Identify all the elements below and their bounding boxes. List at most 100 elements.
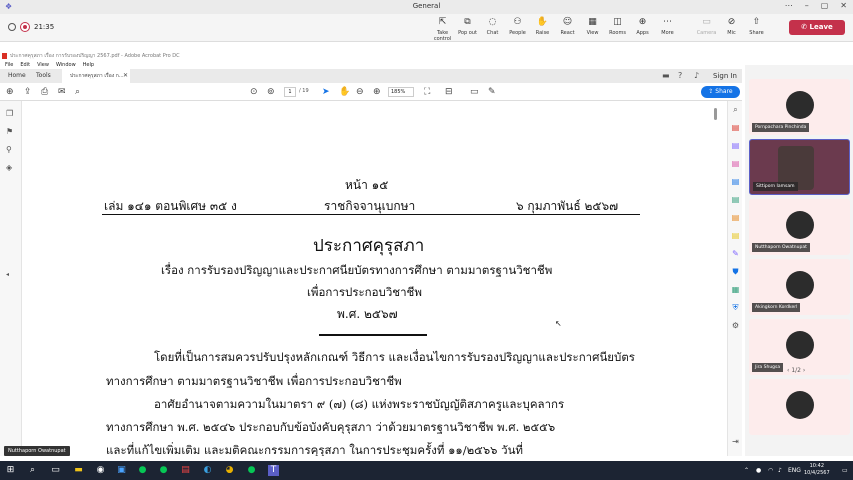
more-tools-icon[interactable]: ⚙ bbox=[731, 321, 740, 330]
participants-pager[interactable]: ‹ 1/2 › bbox=[787, 367, 805, 374]
tool-people[interactable]: ⚇ People bbox=[505, 17, 530, 42]
organize-pages-icon[interactable]: ▤ bbox=[731, 213, 740, 222]
collapse-right-icon[interactable]: ⇥ bbox=[731, 437, 740, 446]
close-icon[interactable]: ✕ bbox=[840, 1, 847, 10]
print-production-icon[interactable]: ▦ bbox=[731, 285, 740, 294]
menu-item-edit[interactable]: Edit bbox=[20, 61, 30, 69]
pdf-document-view[interactable]: หน้า ๑๕ เล่ม ๑๔๑ ตอนพิเศษ ๓๕ ง ราชกิจจาน… bbox=[22, 101, 727, 456]
zoom-select[interactable]: 185% bbox=[388, 87, 414, 97]
wifi-icon[interactable]: ◠ bbox=[768, 467, 773, 474]
tool-share[interactable]: ⇧ Share bbox=[744, 17, 769, 42]
chrome-browser-icon[interactable]: ◕ bbox=[224, 465, 235, 476]
teams-app-icon[interactable]: T bbox=[268, 465, 279, 476]
print-icon[interactable]: ⎙ bbox=[41, 87, 48, 97]
notification-icon[interactable]: ▭ bbox=[842, 467, 848, 474]
fill-sign-icon[interactable]: ✎ bbox=[731, 249, 740, 258]
tab-home[interactable]: Home bbox=[8, 69, 26, 83]
tab-document[interactable]: ประกาศคุรุสภา เรื่อง ก... bbox=[62, 69, 130, 83]
vertical-scrollbar[interactable] bbox=[714, 108, 717, 120]
close-tab-icon[interactable]: ✕ bbox=[123, 69, 128, 83]
participant-tile[interactable]: Nutthaporn Owatnupat bbox=[749, 199, 850, 255]
tool-camera[interactable]: ▭ Camera bbox=[694, 17, 719, 42]
tool-chat[interactable]: ◌ Chat bbox=[480, 17, 505, 42]
upload-icon[interactable]: ⇪ bbox=[24, 87, 32, 97]
maximize-icon[interactable]: ▢ bbox=[821, 1, 829, 10]
comment-rail-icon[interactable]: ▤ bbox=[731, 177, 740, 186]
file-explorer-icon[interactable]: ▬ bbox=[73, 465, 84, 476]
combine-files-icon[interactable]: ▤ bbox=[731, 195, 740, 204]
menu-item-file[interactable]: File bbox=[5, 61, 13, 69]
page-up-icon[interactable]: ⊙ bbox=[250, 87, 258, 97]
tray-chevron-icon[interactable]: ⌃ bbox=[744, 467, 749, 474]
line-app-2-icon[interactable]: ● bbox=[158, 465, 169, 476]
minimize-icon[interactable]: – bbox=[805, 1, 809, 10]
zoom-in-icon[interactable]: ⊕ bbox=[373, 87, 381, 97]
scroll-mode-icon[interactable]: ⊟ bbox=[445, 87, 453, 97]
shield-icon bbox=[8, 23, 16, 31]
tool-pop-out[interactable]: ⧉ Pop out bbox=[455, 17, 480, 42]
bookmark-icon[interactable]: ⚑ bbox=[6, 127, 13, 136]
menu-item-window[interactable]: Window bbox=[56, 61, 76, 69]
bell-icon[interactable]: ♪ bbox=[694, 71, 699, 80]
tab-tools[interactable]: Tools bbox=[36, 69, 51, 83]
tool-view[interactable]: ▦ View bbox=[580, 17, 605, 42]
search-icon[interactable]: ⌕ bbox=[75, 87, 80, 97]
page-number-input[interactable]: 1 bbox=[284, 87, 296, 97]
tool-share-tray[interactable]: ⇱ Take control bbox=[430, 17, 455, 42]
taskbar-clock[interactable]: 10:42 10/4/2567 bbox=[804, 463, 830, 477]
search-icon[interactable]: ⌕ bbox=[27, 465, 38, 476]
tool-apps[interactable]: ⊕ Apps bbox=[630, 17, 655, 42]
participant-tile[interactable]: Pornpachara Pinchinda bbox=[749, 79, 850, 135]
sign-in-link[interactable]: Sign In bbox=[713, 69, 737, 83]
shield-protect-icon[interactable]: ⛨ bbox=[731, 303, 740, 312]
mic-tray-icon[interactable]: ● bbox=[756, 467, 761, 474]
comment-icon[interactable]: ▬ bbox=[662, 71, 670, 80]
menu-item-view[interactable]: View bbox=[37, 61, 49, 69]
line-app-3-icon[interactable]: ● bbox=[246, 465, 257, 476]
layers-icon[interactable]: ◈ bbox=[6, 163, 12, 172]
highlight-pen-icon[interactable]: ✎ bbox=[488, 87, 496, 97]
collapse-left-icon[interactable]: ◂ bbox=[6, 271, 9, 278]
share-button[interactable]: ⇪ Share bbox=[701, 86, 740, 98]
comment-tool-icon[interactable]: ▭ bbox=[470, 87, 479, 97]
fit-page-icon[interactable]: ⛶ bbox=[424, 87, 430, 97]
media-icon[interactable]: ◉ bbox=[95, 465, 106, 476]
meeting-status: 21:35 bbox=[8, 23, 54, 31]
participant-tile[interactable]: Sittiporn Iamsam bbox=[749, 139, 850, 195]
people-icon: ⚇ bbox=[513, 17, 522, 27]
search-tools-icon[interactable]: ⌕ bbox=[731, 105, 740, 114]
create-pdf-icon[interactable]: ▤ bbox=[731, 159, 740, 168]
email-icon[interactable]: ✉ bbox=[58, 87, 66, 97]
windows-start-icon[interactable]: ⊞ bbox=[5, 465, 16, 476]
menu-item-help[interactable]: Help bbox=[83, 61, 94, 69]
pdf-app-icon[interactable]: ▤ bbox=[180, 465, 191, 476]
edit-pdf-icon[interactable]: ▤ bbox=[731, 141, 740, 150]
create-icon[interactable]: ⊕ bbox=[6, 87, 14, 97]
hand-tool-icon[interactable]: ✋ bbox=[339, 87, 350, 97]
comment-note-icon[interactable]: ▤ bbox=[731, 231, 740, 240]
tool-rooms[interactable]: ◫ Rooms bbox=[605, 17, 630, 42]
tool-label: Share bbox=[749, 30, 764, 36]
protect-icon[interactable]: ⛊ bbox=[731, 267, 740, 276]
line-app-icon[interactable]: ● bbox=[137, 465, 148, 476]
tool-more[interactable]: ⋯ More bbox=[655, 17, 680, 42]
task-view-icon[interactable]: ▭ bbox=[50, 465, 61, 476]
help-icon[interactable]: ? bbox=[678, 71, 682, 80]
participant-tile[interactable]: Akingkorn Kordkerl bbox=[749, 259, 850, 315]
volume-icon[interactable]: ♪ bbox=[778, 467, 782, 474]
language-indicator[interactable]: ENG bbox=[788, 467, 801, 474]
leave-button[interactable]: ✆ Leave bbox=[789, 20, 845, 35]
tool-raise-hand[interactable]: ✋ Raise bbox=[530, 17, 555, 42]
tool-react[interactable]: ☺ React bbox=[555, 17, 580, 42]
tool-mic[interactable]: ⊘ Mic bbox=[719, 17, 744, 42]
select-cursor-icon[interactable]: ➤ bbox=[322, 87, 330, 97]
edge-browser-icon[interactable]: ◐ bbox=[202, 465, 213, 476]
zoom-app-icon[interactable]: ▣ bbox=[116, 465, 127, 476]
page-down-icon[interactable]: ⊚ bbox=[267, 87, 275, 97]
pages-thumbnail-icon[interactable]: ❐ bbox=[6, 109, 13, 118]
participant-tile[interactable] bbox=[749, 379, 850, 435]
export-pdf-icon[interactable]: ▤ bbox=[731, 123, 740, 132]
more-options-icon[interactable]: ⋯ bbox=[785, 1, 793, 10]
zoom-out-icon[interactable]: ⊖ bbox=[356, 87, 364, 97]
attachment-icon[interactable]: ⚲ bbox=[6, 145, 12, 154]
